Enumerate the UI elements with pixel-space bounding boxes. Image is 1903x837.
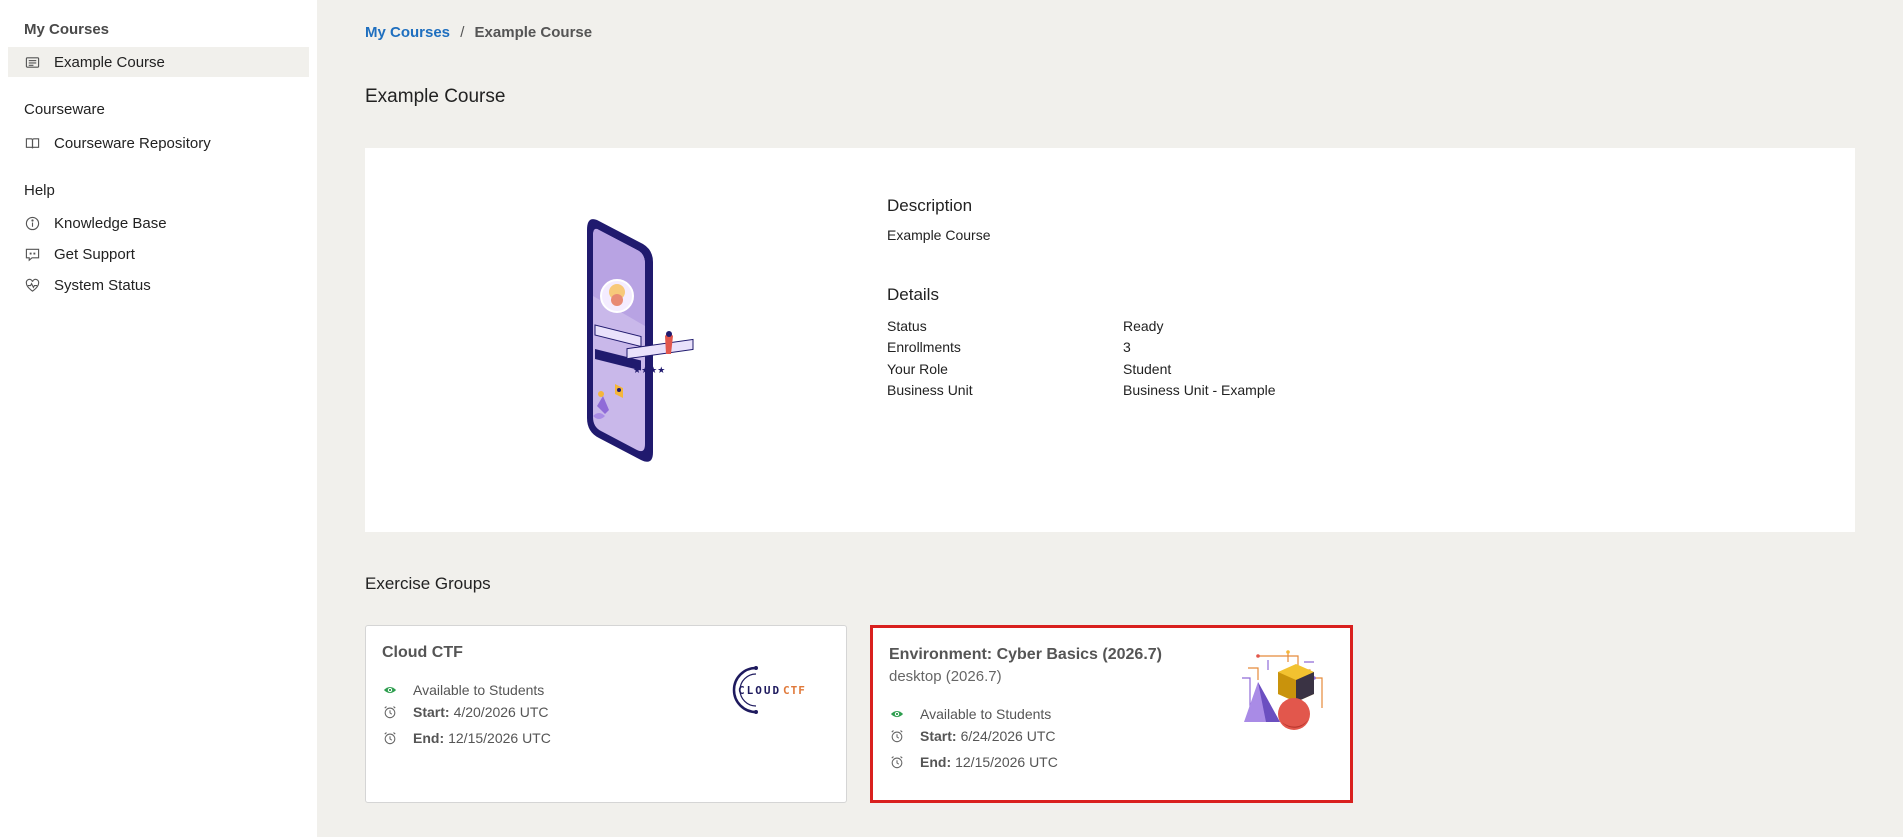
sidebar-item-example-course[interactable]: Example Course [8,47,309,77]
svg-text:CLOUD: CLOUD [738,684,781,697]
start-row: Start: 6/24/2026 UTC [889,728,1056,744]
description-text: Example Course [887,227,991,243]
breadcrumb: My Courses / Example Course [365,24,592,41]
start-date: 6/24/2026 UTC [960,728,1056,744]
sidebar-section-my-courses: My Courses [24,21,110,38]
availability-row: Available to Students [382,682,544,698]
breadcrumb-separator: / [460,24,465,41]
sidebar: My Courses Example Course Courseware Cou… [0,0,317,837]
eye-icon [382,682,398,698]
exercise-groups-title: Exercise Groups [365,574,491,593]
exercise-group-card-cloud-ctf[interactable]: Cloud CTF Available to Students Start: 4… [365,625,847,803]
availability-row: Available to Students [889,706,1051,722]
eye-icon [889,706,905,722]
chat-quote-icon [24,246,40,262]
detail-row-business-unit: Business Unit Business Unit - Example [887,380,1587,402]
course-details: Description Example Course Details Statu… [887,196,1587,401]
detail-row-enrollments: Enrollments 3 [887,337,1587,359]
sidebar-item-get-support[interactable]: Get Support [8,239,309,269]
end-row: End: 12/15/2026 UTC [889,754,1058,770]
detail-row-status: Status Ready [887,315,1587,337]
detail-value: Ready [1123,317,1164,334]
alarm-clock-icon [889,728,905,744]
sidebar-item-label: Get Support [54,245,135,263]
cloud-ctf-logo: CLOUD CTF [726,662,826,718]
alarm-clock-icon [382,704,398,720]
detail-key: Status [887,317,927,334]
sidebar-item-courseware-repository[interactable]: Courseware Repository [8,128,309,158]
details-list: Status Ready Enrollments 3 Your Role Studen… [887,315,1587,401]
svg-text:CTF: CTF [783,684,806,697]
alarm-clock-icon [889,754,905,770]
detail-value: 3 [1123,339,1131,356]
sidebar-item-knowledge-base[interactable]: Knowledge Base [8,208,309,238]
sidebar-item-label: System Status [54,276,151,294]
sidebar-section-help: Help [24,182,55,199]
exercise-group-title: Environment: Cyber Basics (2026.7) [889,646,1162,663]
details-heading: Details [887,285,939,304]
availability-text: Available to Students [413,682,545,698]
availability-text: Available to Students [920,706,1052,722]
end-label: End: [920,754,952,770]
info-icon [24,215,40,231]
end-date: 12/15/2026 UTC [955,754,1058,770]
start-row: Start: 4/20/2026 UTC [382,704,549,720]
heart-pulse-icon [24,277,40,293]
detail-key: Enrollments [887,339,961,356]
sidebar-item-label: Courseware Repository [54,134,211,152]
alarm-clock-icon [382,730,398,746]
sidebar-item-label: Knowledge Base [54,214,167,232]
exercise-group-subtitle: desktop (2026.7) [889,668,1002,685]
phone-illustration: ★★★★ [575,216,725,466]
detail-row-your-role: Your Role Student [887,358,1587,380]
sidebar-section-courseware: Courseware [24,101,105,118]
list-icon [24,54,40,70]
geometric-shapes-illustration [1228,648,1328,738]
detail-key: Your Role [887,360,948,377]
book-icon [24,135,40,151]
start-date: 4/20/2026 UTC [453,704,549,720]
page-title: Example Course [365,86,506,107]
detail-key: Business Unit [887,382,973,399]
end-label: End: [413,730,445,746]
breadcrumb-current: Example Course [474,24,593,41]
sidebar-item-label: Example Course [54,53,165,71]
breadcrumb-link-my-courses[interactable]: My Courses [365,24,450,41]
main-content: My Courses / Example Course Example Cour… [317,0,1903,837]
detail-value: Student [1123,360,1172,377]
start-label: Start: [413,704,450,720]
end-row: End: 12/15/2026 UTC [382,730,551,746]
sidebar-item-system-status[interactable]: System Status [8,270,309,300]
description-heading: Description [887,196,973,215]
course-info-card: ★★★★ Description Example Course Details … [365,148,1855,532]
start-label: Start: [920,728,957,744]
detail-value: Business Unit - Example [1123,382,1276,399]
svg-text:★★★★: ★★★★ [633,366,665,376]
exercise-group-title: Cloud CTF [382,644,463,661]
exercise-group-card-cyber-basics[interactable]: Environment: Cyber Basics (2026.7) deskt… [870,625,1353,803]
end-date: 12/15/2026 UTC [448,730,551,746]
